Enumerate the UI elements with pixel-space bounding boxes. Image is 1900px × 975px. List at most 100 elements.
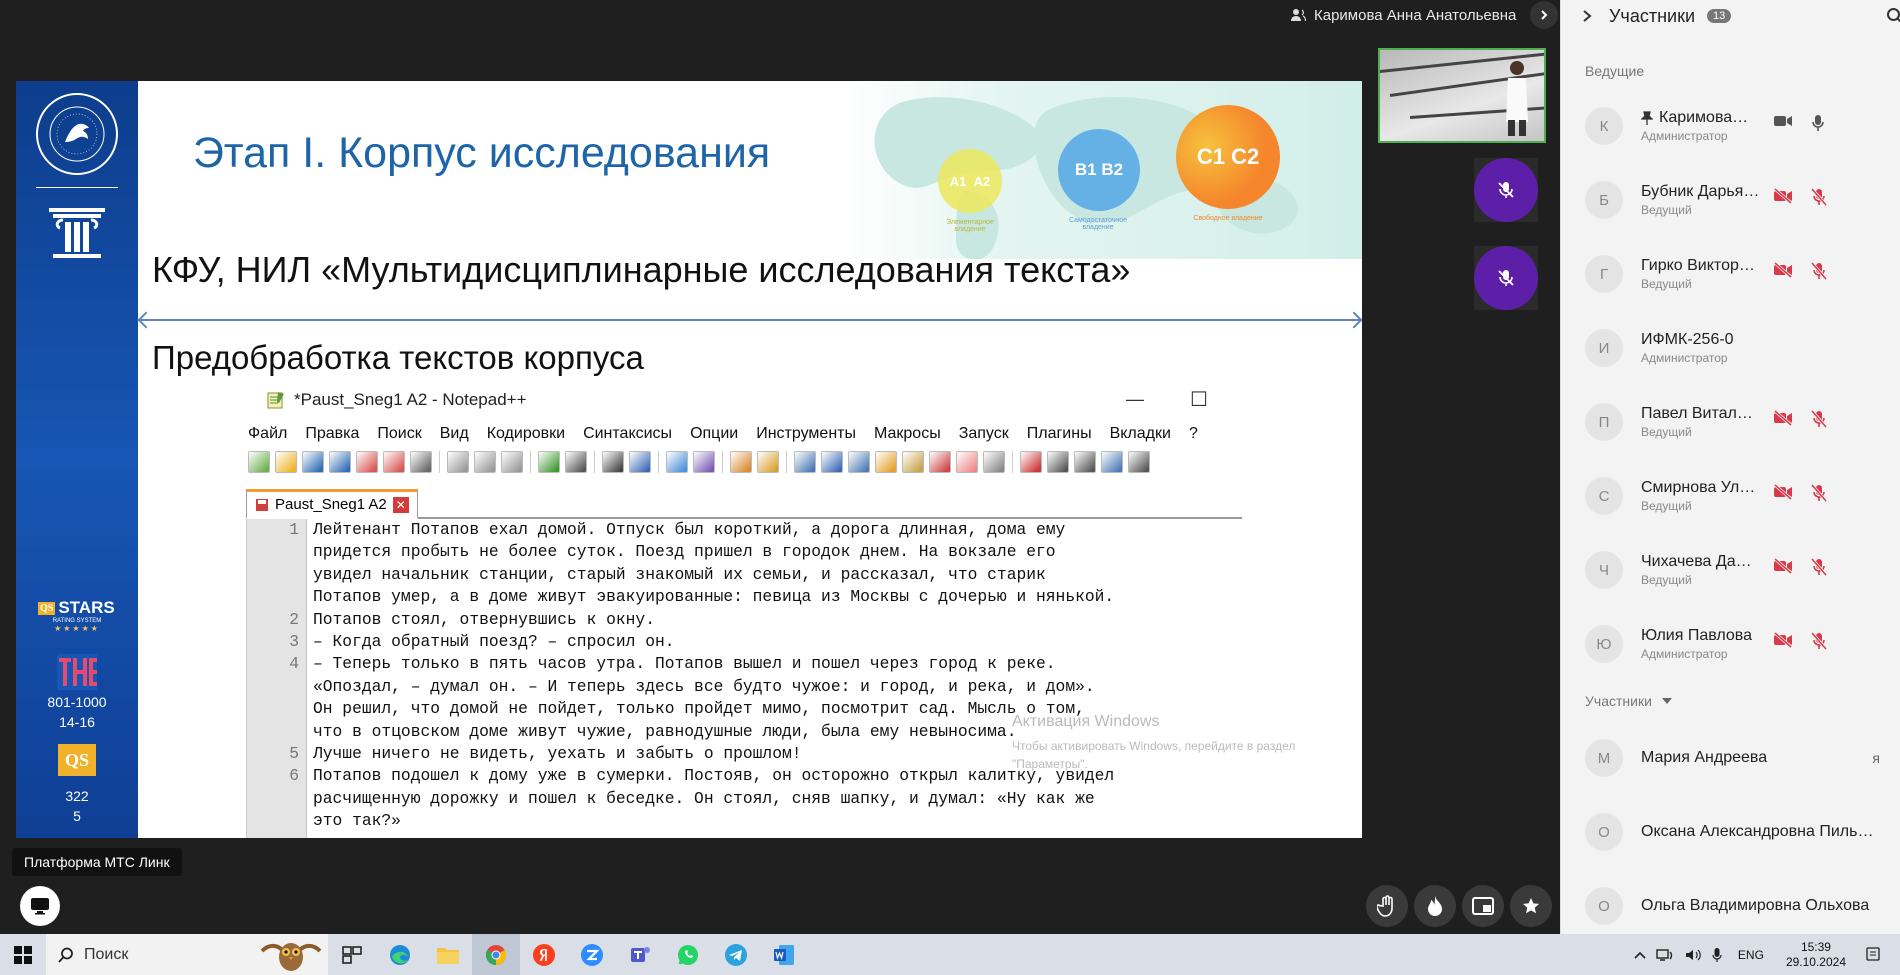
network-icon[interactable] (1656, 948, 1674, 962)
mic-off-icon[interactable] (1810, 410, 1828, 433)
teams-app[interactable] (616, 934, 664, 975)
camera-off-icon[interactable] (1773, 409, 1793, 433)
toolbar-icon (956, 451, 978, 473)
whatsapp-app[interactable] (664, 934, 712, 975)
camera-off-icon[interactable] (1773, 483, 1793, 507)
line-text: Он решил, что домой не пойдет, только пр… (313, 699, 1085, 719)
line-text: Потапов умер, а в доме живут эвакуирован… (313, 587, 1115, 607)
favorite-button[interactable] (1510, 885, 1552, 927)
camera-off-icon[interactable] (1773, 631, 1793, 655)
collapse-panel-icon[interactable] (1581, 9, 1593, 23)
camera-icon[interactable] (1773, 114, 1793, 137)
presenter-figure (1506, 61, 1528, 136)
notepad-titlebar: *Paust_Sneg1 A2 - Notepad++ — ☐ (246, 385, 1256, 415)
toolbar-icon (1047, 451, 1069, 473)
participant-row[interactable]: О Оксана Александровна Пиль… (1561, 795, 1900, 869)
editor-line: 4 – Теперь только в пять часов утра. Пота… (289, 653, 1242, 675)
task-view-icon (342, 945, 362, 964)
host-row[interactable]: П Павел Витал… Ведущий (1561, 385, 1900, 459)
camera-off-icon[interactable] (1773, 187, 1793, 211)
host-info: Павел Витал… Ведущий (1641, 405, 1771, 439)
line-text: – Теперь только в пять часов утра. Потап… (313, 654, 1056, 674)
level-c-circle: C1 C2 (1176, 105, 1280, 209)
mic-off-icon[interactable] (1810, 484, 1828, 507)
editor-line: это так?» (313, 810, 1242, 832)
start-button[interactable] (0, 934, 46, 975)
reactions-button[interactable] (1414, 885, 1456, 927)
clock[interactable]: 15:39 29.10.2024 (1786, 940, 1846, 970)
yandex-browser-app[interactable] (520, 934, 568, 975)
edge-app[interactable] (376, 934, 424, 975)
expand-presenter-button[interactable] (1530, 1, 1559, 29)
notepad-menu-item: Файл (248, 425, 288, 442)
slide-subtitle: КФУ, НИЛ «Мультидисциплинарные исследова… (152, 249, 1131, 290)
word-app[interactable] (760, 934, 808, 975)
toolbar-icon (383, 451, 405, 473)
slide-title: Этап I. Корпус исследования (193, 129, 771, 177)
avatar: М (1585, 739, 1623, 777)
avatar: П (1585, 403, 1623, 441)
host-row[interactable]: Ч Чихачева Да… Ведущий (1561, 533, 1900, 607)
mic-icon[interactable] (1811, 114, 1825, 137)
host-row[interactable]: Б Бубник Дарья… Ведущий (1561, 163, 1900, 237)
notepad-menu-item: Инструменты (756, 425, 856, 442)
participant-tile[interactable] (1474, 158, 1538, 222)
telegram-app[interactable] (712, 934, 760, 975)
level-b-circle: B1 B2 (1058, 129, 1140, 211)
zoom-app[interactable] (568, 934, 616, 975)
notepad-menu-item: Поиск (377, 425, 422, 442)
avatar: Ч (1585, 551, 1623, 589)
toolbar-icon (983, 451, 1005, 473)
the-ranking-logo (57, 654, 97, 690)
file-explorer-app[interactable] (424, 934, 472, 975)
line-text: придется пробыть не более суток. Поезд п… (313, 542, 1056, 562)
host-row[interactable]: С Смирнова Ул… Ведущий (1561, 459, 1900, 533)
level-a-circle: A1 A2 (938, 149, 1002, 213)
camera-off-icon[interactable] (1773, 261, 1793, 285)
mic-off-icon[interactable] (1810, 262, 1828, 285)
host-info: Юлия Павлова Администратор (1641, 627, 1771, 661)
host-info: Чихачева Да… Ведущий (1641, 553, 1771, 587)
taskbar-search[interactable]: Поиск (46, 934, 328, 975)
host-role: Администратор (1641, 647, 1728, 661)
microphone-icon[interactable] (1712, 947, 1722, 963)
screen-share-button[interactable] (20, 886, 60, 926)
presenter-video-thumbnail[interactable] (1378, 48, 1546, 143)
input-language[interactable]: ENG (1738, 948, 1764, 962)
line-number: 3 (289, 632, 299, 652)
mic-off-icon[interactable] (1810, 558, 1828, 581)
windows-activation-text: Чтобы активировать Windows, перейдите в … (1012, 739, 1296, 771)
toolbar-separator (786, 451, 787, 473)
show-hidden-icons-icon[interactable] (1634, 951, 1646, 959)
host-info: Каримова… Администратор (1641, 109, 1771, 143)
line-text: Потапов стоял, отвернувшись к окну. (313, 609, 655, 629)
camera-off-icon[interactable] (1773, 557, 1793, 581)
pip-icon (1472, 897, 1494, 915)
close-tab-icon: ✕ (392, 496, 409, 513)
avatar: О (1585, 813, 1623, 851)
host-row[interactable]: И ИФМК-256-0 Администратор (1561, 311, 1900, 385)
university-seal-logo (36, 93, 118, 175)
task-view-button[interactable] (328, 934, 376, 975)
host-row[interactable]: Г Гирко Виктор… Ведущий (1561, 237, 1900, 311)
picture-in-picture-button[interactable] (1462, 885, 1504, 927)
participants-section-toggle[interactable]: Участники (1561, 683, 1900, 719)
toolbar-icon (757, 451, 779, 473)
mic-off-icon[interactable] (1810, 188, 1828, 211)
edge-icon (390, 944, 410, 965)
participant-tile[interactable] (1474, 246, 1538, 310)
notifications-icon[interactable] (1866, 946, 1880, 963)
host-row[interactable]: К Каримова… Администратор (1561, 89, 1900, 163)
chrome-app[interactable] (472, 934, 520, 975)
search-icon[interactable] (1886, 7, 1900, 25)
participant-row[interactable]: М Мария Андреева я (1561, 721, 1900, 795)
toolbar-separator (1012, 451, 1013, 473)
volume-icon[interactable] (1684, 948, 1702, 962)
participant-row[interactable]: О Ольга Владимировна Ольхова (1561, 869, 1900, 934)
toolbar-icon (329, 451, 351, 473)
chrome-icon (485, 944, 507, 965)
raise-hand-button[interactable] (1366, 885, 1408, 927)
line-text: Лучше ничего не видеть, уехать и забыть … (313, 744, 802, 764)
mic-off-icon[interactable] (1810, 632, 1828, 655)
host-row[interactable]: Ю Юлия Павлова Администратор (1561, 607, 1900, 681)
